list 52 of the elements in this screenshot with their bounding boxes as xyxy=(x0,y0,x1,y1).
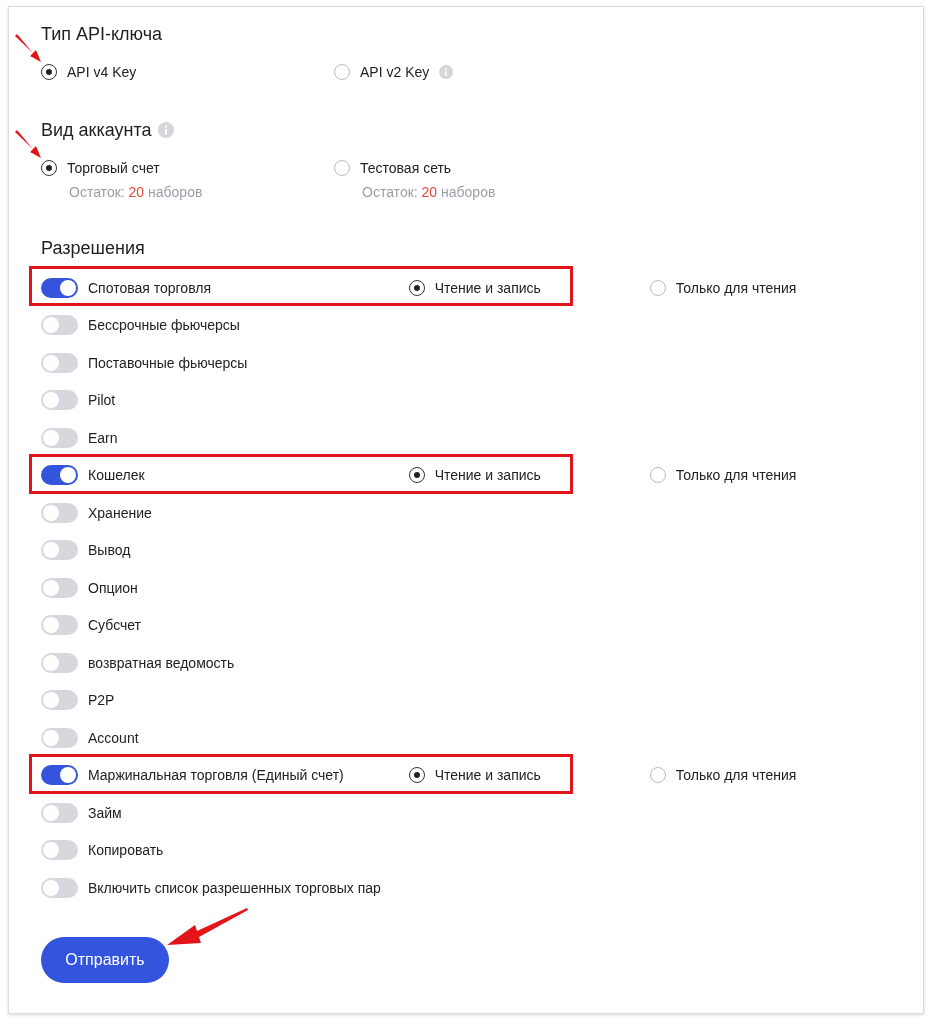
option-label: Только для чтения xyxy=(675,279,797,296)
section-title: Разрешения xyxy=(41,237,145,260)
option-label: Тестовая сеть xyxy=(360,160,452,176)
permission-label: Бессрочные фьючерсы xyxy=(88,317,240,334)
permission-label: возвратная ведомость xyxy=(88,654,235,671)
permission-label: Вывод xyxy=(88,542,131,559)
toggle-switch[interactable] xyxy=(41,390,78,411)
toggle-switch[interactable] xyxy=(41,652,78,673)
option-label: Только для чтения xyxy=(675,467,797,484)
remaining-text: Остаток: 20 наборов xyxy=(69,183,204,201)
option-label: Торговый счет xyxy=(67,160,160,176)
toggle-switch[interactable] xyxy=(41,877,78,898)
option-label: Чтение и запись xyxy=(434,767,541,784)
toggle-switch[interactable] xyxy=(41,540,78,561)
permission-label: Хранение xyxy=(88,504,152,521)
permission-label: Pilot xyxy=(88,392,116,409)
toggle-switch[interactable] xyxy=(41,615,78,636)
section-title: Вид аккаунта xyxy=(41,119,152,142)
permission-label: Маржинальная торговля (Единый счет) xyxy=(88,767,344,784)
toggle-switch[interactable] xyxy=(41,502,78,523)
permission-label: Кошелек xyxy=(88,467,145,484)
toggle-switch[interactable] xyxy=(41,802,78,823)
toggle-switch[interactable] xyxy=(41,577,78,598)
toggle-switch[interactable] xyxy=(41,315,78,336)
toggle-switch[interactable] xyxy=(41,465,78,486)
option-label: Чтение и запись xyxy=(434,467,541,484)
info-icon[interactable] xyxy=(157,122,174,138)
toggle-switch[interactable] xyxy=(41,352,78,373)
toggle-switch[interactable] xyxy=(41,690,78,711)
option-label: Только для чтения xyxy=(675,767,797,784)
option-label: API v4 Key xyxy=(67,64,137,80)
permission-label: Включить список разрешенных торговых пар xyxy=(88,879,381,896)
permission-label: Earn xyxy=(88,429,118,446)
toggle-switch[interactable] xyxy=(41,277,78,298)
permission-label: Account xyxy=(88,729,139,746)
toggle-switch[interactable] xyxy=(41,765,78,786)
option-label: API v2 Key xyxy=(360,64,430,80)
remaining-text: Остаток: 20 наборов xyxy=(362,183,497,201)
permission-label: Копировать xyxy=(88,842,164,859)
permission-label: Займ xyxy=(88,804,122,821)
toggle-switch[interactable] xyxy=(41,840,78,861)
permission-label: Опцион xyxy=(88,579,138,596)
permission-label: P2P xyxy=(88,692,115,709)
submit-button[interactable]: Отправить xyxy=(41,936,169,983)
option-label: Чтение и запись xyxy=(434,279,541,296)
permission-label: Спотовая торговля xyxy=(88,279,212,296)
section-title: Тип API-ключа xyxy=(41,23,163,46)
permission-label: Поставочные фьючерсы xyxy=(88,354,248,371)
permission-label: Субсчет xyxy=(88,617,141,634)
info-icon[interactable] xyxy=(439,65,454,79)
toggle-switch[interactable] xyxy=(41,427,78,448)
toggle-switch[interactable] xyxy=(41,727,78,748)
